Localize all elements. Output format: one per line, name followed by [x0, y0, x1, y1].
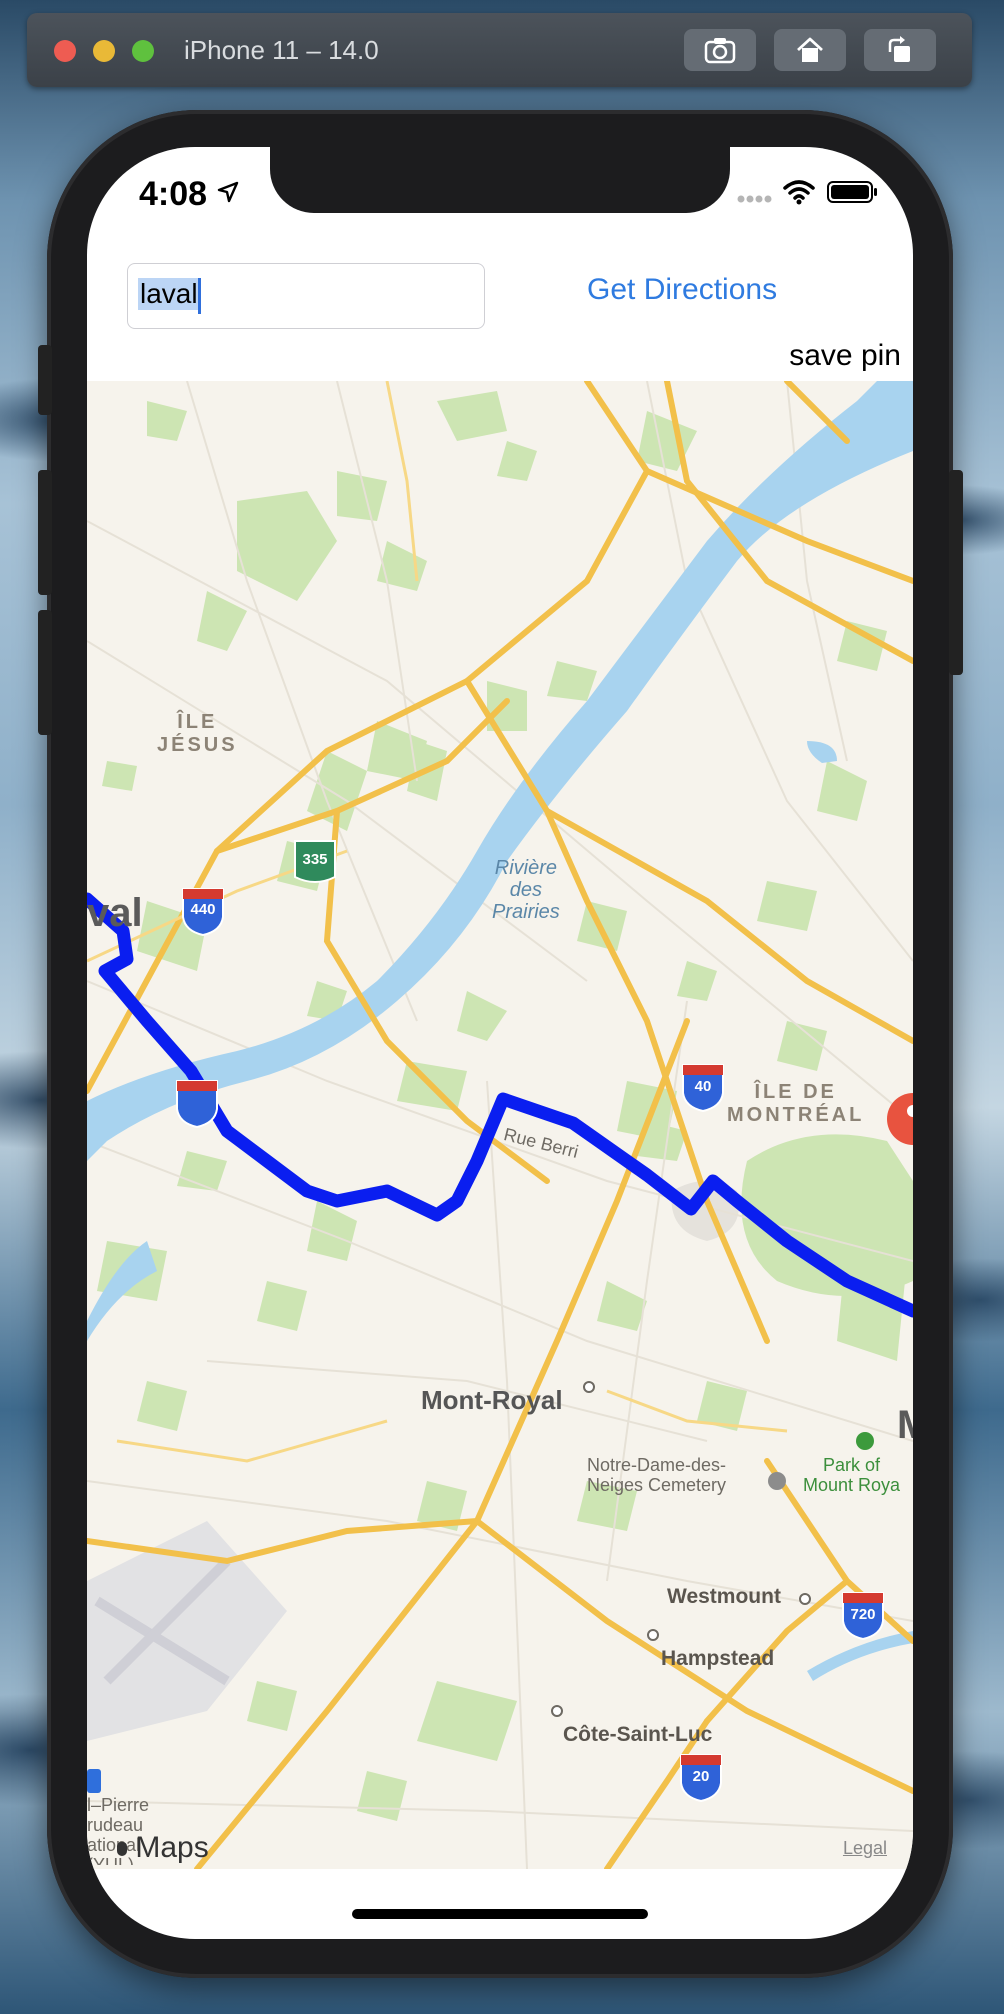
laval-city-label: val: [87, 891, 143, 935]
notch: [270, 147, 730, 213]
hampstead-label: Hampstead: [661, 1647, 775, 1670]
interstate-720-label: 720: [850, 1606, 876, 1623]
save-pin-button[interactable]: save pin: [789, 339, 901, 373]
volume-up-button: [38, 470, 52, 595]
status-icons: [782, 179, 879, 205]
ile-jesus-label: ÎLE JÉSUS: [157, 711, 238, 756]
get-directions-button[interactable]: Get Directions: [587, 273, 777, 307]
battery-icon: [827, 181, 877, 203]
simulator-title: iPhone 11 – 14.0: [184, 35, 379, 65]
power-button: [949, 470, 963, 675]
search-input-value: laval: [138, 278, 200, 310]
cellular-signal-icon: [737, 195, 772, 203]
interstate-shield-left: [176, 1080, 218, 1129]
zoom-window-button[interactable]: [132, 40, 154, 62]
destination-pin-icon[interactable]: [887, 1093, 913, 1145]
home-button[interactable]: [774, 29, 846, 71]
westmount-label: Westmount: [667, 1585, 781, 1608]
search-input[interactable]: laval: [127, 263, 485, 329]
ile-de-montreal-label: ÎLE DE MONTRÉAL: [727, 1081, 865, 1126]
home-icon: [797, 37, 823, 62]
mute-switch: [38, 345, 52, 415]
interstate-20-label: 20: [692, 1768, 710, 1785]
apple-maps-logo: Maps: [117, 1831, 209, 1865]
rotate-button[interactable]: [864, 29, 936, 71]
cote-saint-luc-label: Côte-Saint-Luc: [563, 1723, 713, 1746]
screenshot-button[interactable]: [684, 29, 756, 71]
wifi-icon: [782, 180, 815, 205]
volume-down-button: [38, 610, 52, 735]
route-335-label: 335: [302, 851, 328, 868]
riviere-des-prairies-label: Rivière des Prairies: [492, 857, 560, 923]
interstate-440-label: 440: [190, 901, 216, 918]
status-time: 4:08: [139, 175, 208, 213]
maps-logo-text: Maps: [135, 1831, 209, 1864]
apple-logo-icon: [117, 1842, 127, 1857]
location-arrow-icon: [217, 181, 239, 203]
rotate-icon: [888, 36, 910, 62]
close-window-button[interactable]: [54, 40, 76, 62]
text-caret: [198, 278, 201, 314]
home-indicator[interactable]: [352, 1909, 648, 1919]
cemetery-label: Notre-Dame-des- Neiges Cemetery: [587, 1455, 727, 1495]
interstate-40-label: 40: [694, 1078, 712, 1095]
legal-link[interactable]: Legal: [843, 1838, 887, 1859]
mont-royal-label: Mont-Royal: [421, 1385, 563, 1415]
montreal-city-label: M: [897, 1403, 913, 1448]
simulator-toolbar: iPhone 11 – 14.0: [27, 13, 972, 87]
mount-royal-park-label: Park of Mount Roya: [803, 1455, 901, 1495]
device-screen: 4:08 laval Get Directions save pin ÎLE J…: [87, 147, 913, 1939]
minimize-window-button[interactable]: [93, 40, 115, 62]
map-view[interactable]: ÎLE JÉSUS ÎLE DE MONTRÉAL val Mont-Royal…: [87, 381, 913, 1869]
screenshot-icon: [704, 38, 736, 64]
